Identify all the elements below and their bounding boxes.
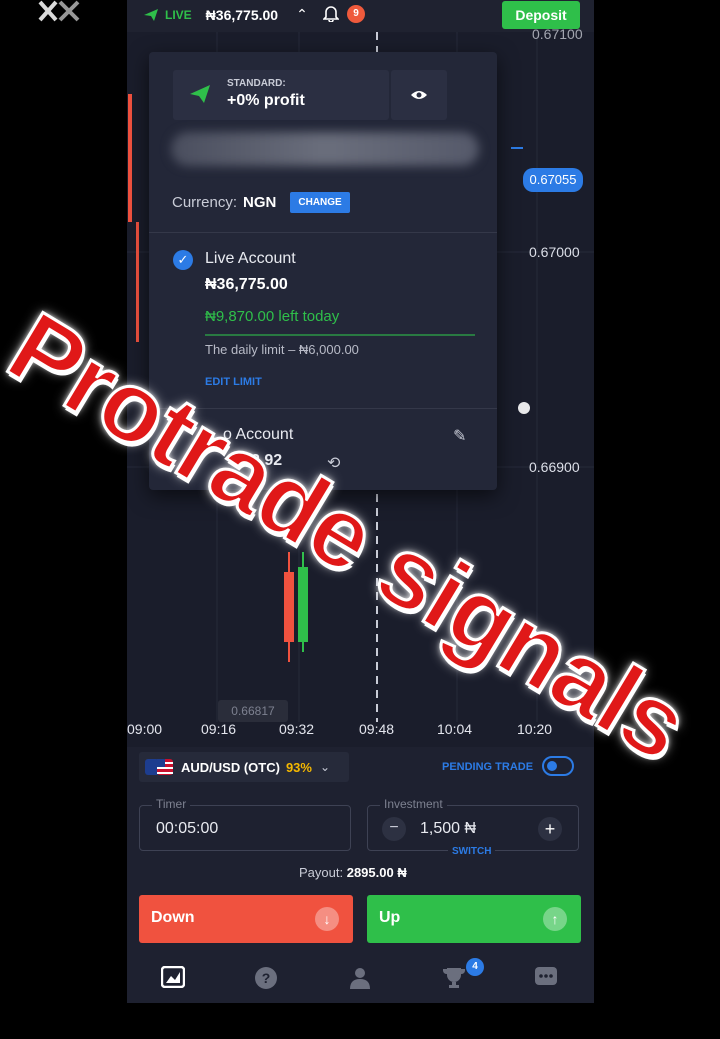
trade-panel: AUD/USD (OTC) 93% ⌄ PENDING TRADE Timer … xyxy=(127,747,594,1003)
account-switcher[interactable]: LIVE ₦36,775.00 ⌃ xyxy=(143,6,308,23)
time-axis-label: 10:04 xyxy=(437,721,473,737)
trophy-icon[interactable] xyxy=(441,966,469,994)
svg-text:?: ? xyxy=(262,970,271,986)
trophy-badge: 4 xyxy=(466,958,484,976)
price-level-label: 0.67000 xyxy=(529,244,580,260)
investment-field[interactable]: Investment − 1,500 ₦ + SWITCH xyxy=(367,797,579,857)
bell-icon[interactable] xyxy=(322,4,340,27)
edit-limit-link[interactable]: EDIT LIMIT xyxy=(205,376,262,388)
timer-value: 00:05:00 xyxy=(156,820,219,837)
payout-row: Payout: 2895.00 ₦ xyxy=(299,865,407,880)
help-icon[interactable]: ? xyxy=(254,966,282,994)
minus-button[interactable]: − xyxy=(382,817,406,841)
bottom-nav: ? 4 xyxy=(127,954,594,1003)
time-axis-label: 09:32 xyxy=(279,721,315,737)
header-balance: ₦36,775.00 xyxy=(205,6,279,23)
flag-icon xyxy=(145,759,173,775)
deposit-button[interactable]: Deposit xyxy=(502,1,580,29)
check-icon: ✓ xyxy=(173,250,193,270)
notification-badge: 9 xyxy=(347,5,365,23)
currency-label: Currency: xyxy=(172,194,238,211)
live-label: LIVE xyxy=(165,7,192,22)
plus-button[interactable]: + xyxy=(538,817,562,841)
down-label: Down xyxy=(151,909,195,926)
asset-payout-percent: 93% xyxy=(285,759,312,775)
user-icon[interactable] xyxy=(348,966,376,994)
timer-field[interactable]: Timer 00:05:00 xyxy=(139,797,351,851)
top-bar: LIVE ₦36,775.00 ⌃ 9 Deposit xyxy=(127,0,594,32)
send-arrow-icon xyxy=(190,85,210,103)
time-axis-label: 09:48 xyxy=(359,721,395,737)
up-button[interactable]: Up ↑ xyxy=(367,895,581,943)
time-axis-label: 09:16 xyxy=(201,721,237,737)
eye-icon xyxy=(411,91,427,99)
app-logo-icon xyxy=(38,0,80,22)
daily-limit-text: The daily limit – ₦6,000.00 xyxy=(205,342,359,357)
investment-value: 1,500 ₦ xyxy=(420,820,477,837)
pending-trade-toggle[interactable] xyxy=(542,756,574,776)
timer-label: Timer xyxy=(152,797,191,811)
investment-label: Investment xyxy=(380,797,447,811)
plan-card[interactable]: STANDARD: +0% profit xyxy=(173,70,389,120)
live-account-title: Live Account xyxy=(205,250,296,267)
currency-row: Currency: NGN CHANGE xyxy=(172,192,350,213)
plan-profit-label: +0% profit xyxy=(227,92,305,109)
down-button[interactable]: Down ↓ xyxy=(139,895,353,943)
price-level-label: 0.66900 xyxy=(529,459,580,475)
chart-icon[interactable] xyxy=(160,965,189,994)
redacted-user-info xyxy=(171,132,479,166)
price-level-label: 0.67100 xyxy=(532,26,583,42)
pending-trade-label: PENDING TRADE xyxy=(442,761,534,773)
chat-icon[interactable] xyxy=(534,966,562,994)
payout-value: 2895.00 ₦ xyxy=(346,865,407,880)
payout-label: Payout: xyxy=(299,865,344,880)
plan-tier-label: STANDARD: xyxy=(227,78,286,89)
live-account-balance: ₦36,775.00 xyxy=(205,276,288,293)
divider xyxy=(149,232,497,233)
time-axis-label: 09:00 xyxy=(127,721,163,737)
daily-limit-progress xyxy=(205,334,475,336)
send-arrow-icon xyxy=(144,8,158,21)
current-price-label: 0.67055 xyxy=(523,168,583,192)
arrow-up-icon: ↑ xyxy=(543,907,567,931)
arrow-down-icon: ↓ xyxy=(315,907,339,931)
pencil-icon[interactable]: ✎ xyxy=(453,426,466,446)
switch-button[interactable]: SWITCH xyxy=(448,846,496,857)
toggle-visibility-button[interactable] xyxy=(391,70,447,120)
asset-name: AUD/USD (OTC) xyxy=(181,759,280,775)
currency-value: NGN xyxy=(243,194,277,211)
left-today-text: ₦9,870.00 left today xyxy=(205,308,340,325)
chevron-up-icon: ⌃ xyxy=(296,6,308,22)
low-price-tag: 0.66817 xyxy=(218,700,288,722)
asset-selector[interactable]: AUD/USD (OTC) 93% ⌄ xyxy=(139,752,349,782)
chevron-down-icon: ⌄ xyxy=(319,760,331,774)
change-currency-button[interactable]: CHANGE xyxy=(290,192,350,213)
up-label: Up xyxy=(379,909,401,926)
